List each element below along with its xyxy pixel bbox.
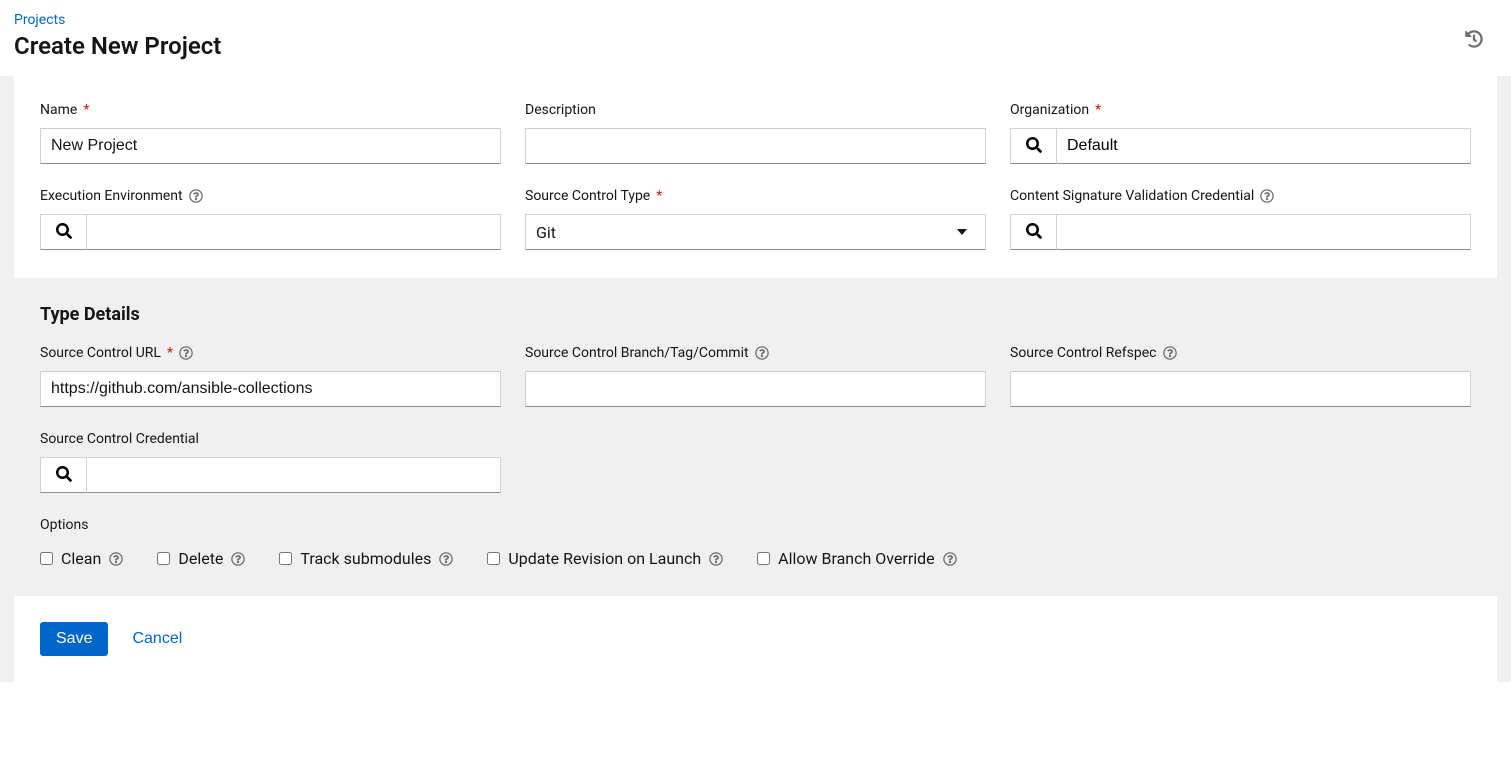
track-submodules-checkbox[interactable]	[279, 552, 292, 565]
help-icon[interactable]	[1163, 346, 1177, 360]
source-control-credential-lookup-button[interactable]	[40, 457, 86, 493]
page-header: Projects Create New Project	[0, 0, 1511, 76]
type-details-section: Type Details Source Control URL *	[14, 278, 1497, 596]
description-label: Description	[525, 102, 596, 118]
source-control-refspec-input[interactable]	[1010, 371, 1471, 407]
help-icon[interactable]	[709, 552, 723, 566]
help-icon[interactable]	[755, 346, 769, 360]
update-revision-checkbox[interactable]	[487, 552, 500, 565]
source-control-credential-input[interactable]	[86, 457, 501, 493]
content-area: Name * Description Organization *	[0, 76, 1511, 682]
content-signature-lookup-button[interactable]	[1010, 214, 1056, 250]
allow-branch-override-label[interactable]: Allow Branch Override	[778, 549, 935, 568]
help-icon[interactable]	[189, 189, 203, 203]
allow-branch-override-checkbox[interactable]	[757, 552, 770, 565]
help-icon[interactable]	[109, 552, 123, 566]
search-icon	[56, 223, 72, 242]
source-control-type-label: Source Control Type	[525, 188, 650, 204]
source-control-branch-label: Source Control Branch/Tag/Commit	[525, 345, 749, 361]
clean-checkbox[interactable]	[40, 552, 53, 565]
breadcrumb-projects[interactable]: Projects	[14, 12, 221, 28]
update-revision-label[interactable]: Update Revision on Launch	[508, 549, 701, 568]
content-signature-input[interactable]	[1056, 214, 1471, 250]
delete-label[interactable]: Delete	[178, 549, 223, 568]
description-input[interactable]	[525, 128, 986, 164]
search-icon	[1026, 223, 1042, 242]
source-control-type-select[interactable]: Git	[525, 214, 986, 250]
source-control-url-input[interactable]	[40, 371, 501, 407]
required-mark: *	[1095, 102, 1101, 118]
name-input[interactable]	[40, 128, 501, 164]
execution-environment-lookup-button[interactable]	[40, 214, 86, 250]
source-control-url-label: Source Control URL	[40, 345, 161, 361]
organization-label: Organization	[1010, 102, 1089, 118]
execution-environment-label: Execution Environment	[40, 188, 183, 204]
help-icon[interactable]	[943, 552, 957, 566]
form-footer: Save Cancel	[14, 596, 1497, 682]
page-title: Create New Project	[14, 32, 221, 60]
required-mark: *	[656, 188, 662, 204]
search-icon	[56, 466, 72, 485]
name-label: Name	[40, 102, 77, 118]
history-icon[interactable]	[1465, 30, 1483, 48]
form-main-section: Name * Description Organization *	[14, 76, 1497, 278]
options-label: Options	[40, 517, 1471, 533]
clean-label[interactable]: Clean	[61, 549, 101, 568]
delete-checkbox[interactable]	[157, 552, 170, 565]
source-control-branch-input[interactable]	[525, 371, 986, 407]
cancel-button[interactable]: Cancel	[132, 630, 182, 648]
type-details-title: Type Details	[40, 304, 1471, 325]
required-mark: *	[83, 102, 89, 118]
help-icon[interactable]	[179, 346, 193, 360]
organization-input[interactable]	[1056, 128, 1471, 164]
source-control-refspec-label: Source Control Refspec	[1010, 345, 1157, 361]
source-control-credential-label: Source Control Credential	[40, 431, 199, 447]
help-icon[interactable]	[231, 552, 245, 566]
save-button[interactable]: Save	[40, 622, 108, 656]
organization-lookup-button[interactable]	[1010, 128, 1056, 164]
track-submodules-label[interactable]: Track submodules	[300, 549, 431, 568]
caret-down-icon	[957, 229, 967, 235]
required-mark: *	[167, 345, 173, 361]
help-icon[interactable]	[1260, 189, 1274, 203]
content-signature-label: Content Signature Validation Credential	[1010, 188, 1254, 204]
execution-environment-input[interactable]	[86, 214, 501, 250]
help-icon[interactable]	[439, 552, 453, 566]
search-icon	[1026, 137, 1042, 156]
source-control-type-value: Git	[536, 223, 556, 242]
